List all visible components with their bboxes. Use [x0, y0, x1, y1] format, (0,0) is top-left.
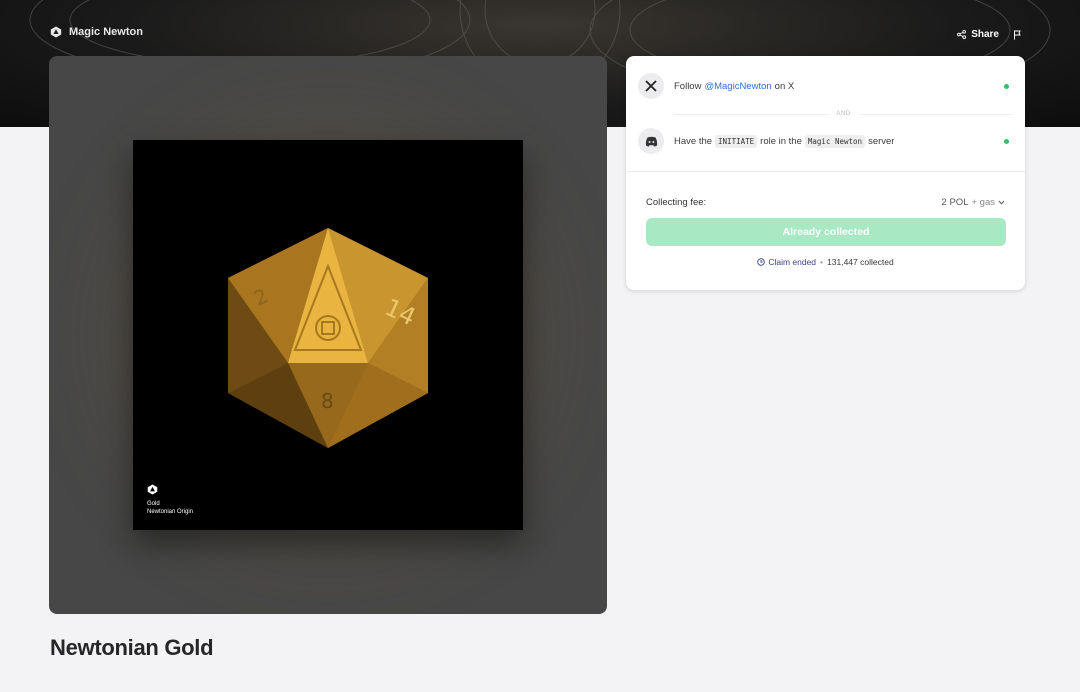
share-label: Share [971, 29, 999, 40]
x-follow-suffix: on X [774, 80, 795, 92]
artwork-caption-collection: Newtonian Origin [147, 509, 194, 515]
x-follow-prefix: Follow [674, 80, 702, 92]
collect-panel: Follow @MagicNewton on X AND Have the IN… [626, 56, 1025, 290]
requirement-x-follow: Follow @MagicNewton on X [638, 72, 1013, 100]
magic-newton-logo-icon [147, 484, 158, 495]
nft-artwork[interactable]: 14 2 8 Gold Newtonian Origin [133, 140, 523, 530]
and-separator: AND [674, 109, 1014, 119]
artwork-caption: Gold Newtonian Origin [147, 484, 193, 516]
discord-middle: role in the [760, 135, 802, 147]
status-dot-complete [1004, 138, 1009, 144]
discord-prefix: Have the [674, 135, 713, 147]
fee-dropdown[interactable]: 2 POL + gas [942, 197, 1005, 208]
discord-icon [638, 128, 664, 154]
discord-role-name: INITIATE [715, 134, 758, 148]
brand[interactable]: Magic Newton [50, 26, 143, 38]
status-dot-complete [1004, 83, 1009, 89]
artwork-caption-name: Gold [147, 501, 160, 507]
share-button[interactable]: Share [957, 29, 999, 40]
requirement-discord-role: Have the INITIATE role in the Magic Newt… [638, 127, 1013, 155]
share-icon [957, 30, 967, 39]
x-handle-link[interactable]: @MagicNewton [704, 81, 771, 92]
claim-status: Claim ended • 131,447 collected [626, 257, 1025, 267]
gold-d20-die-image: 14 2 8 [228, 228, 428, 448]
top-actions: Share [957, 29, 1022, 40]
already-collected-button[interactable]: Already collected [646, 218, 1006, 246]
panel-divider [626, 171, 1025, 172]
brand-name: Magic Newton [69, 26, 143, 38]
nft-title: Newtonian Gold [50, 635, 214, 660]
collected-count: 131,447 collected [827, 257, 894, 267]
fee-label: Collecting fee: [646, 197, 707, 208]
media-card: 14 2 8 Gold Newtonian Origin [49, 56, 607, 614]
die-number-bottom: 8 [321, 389, 334, 413]
chevron-down-icon [998, 200, 1005, 205]
fee-gas: + gas [971, 197, 995, 208]
clock-icon [757, 258, 766, 266]
discord-suffix: server [868, 135, 895, 147]
claim-ended: Claim ended [757, 257, 816, 267]
fee-amount: 2 POL [941, 197, 969, 208]
status-separator: • [820, 257, 824, 267]
discord-server-name: Magic Newton [804, 134, 866, 148]
claim-ended-label: Claim ended [768, 257, 817, 267]
and-label: AND [836, 111, 851, 117]
flag-icon[interactable] [1013, 30, 1022, 40]
magic-newton-logo-icon [50, 26, 62, 38]
x-logo-icon [638, 73, 664, 99]
